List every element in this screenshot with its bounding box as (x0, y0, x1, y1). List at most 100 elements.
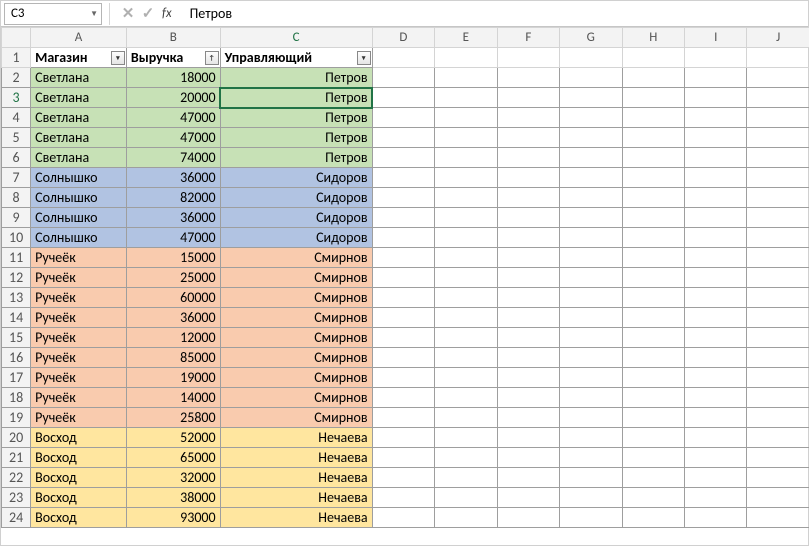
cell[interactable] (497, 248, 559, 268)
cell[interactable]: Ручеёк (31, 248, 127, 268)
cell[interactable] (560, 468, 622, 488)
row-header[interactable]: 24 (2, 508, 31, 528)
cell[interactable] (560, 368, 622, 388)
cell[interactable] (560, 128, 622, 148)
cell[interactable] (497, 428, 559, 448)
row-header[interactable]: 5 (2, 128, 31, 148)
cancel-formula-icon[interactable]: ✕ (118, 4, 138, 23)
cell[interactable]: Солнышко (31, 228, 127, 248)
cell[interactable] (622, 508, 684, 528)
cell[interactable] (622, 288, 684, 308)
cell[interactable] (622, 48, 684, 68)
cell[interactable]: Ручеёк (31, 328, 127, 348)
cell[interactable]: Ручеёк (31, 368, 127, 388)
cell[interactable]: Восход (31, 448, 127, 468)
cell[interactable] (497, 448, 559, 468)
cell[interactable]: 60000 (126, 288, 220, 308)
cell[interactable] (747, 228, 809, 248)
cell[interactable] (435, 168, 497, 188)
row-header[interactable]: 20 (2, 428, 31, 448)
cell[interactable] (560, 188, 622, 208)
cell[interactable] (684, 268, 746, 288)
cell[interactable]: Солнышко (31, 168, 127, 188)
cell[interactable] (747, 268, 809, 288)
cell[interactable] (684, 48, 746, 68)
cell[interactable] (622, 328, 684, 348)
cell[interactable]: Ручеёк (31, 388, 127, 408)
cell[interactable] (622, 428, 684, 448)
cell[interactable]: Светлана (31, 88, 127, 108)
cell[interactable]: Сидоров (220, 228, 372, 248)
cell[interactable]: Солнышко (31, 208, 127, 228)
cell[interactable] (435, 368, 497, 388)
cell[interactable] (560, 48, 622, 68)
cell[interactable] (622, 268, 684, 288)
cell[interactable]: Ручеёк (31, 348, 127, 368)
cell[interactable] (747, 468, 809, 488)
cell[interactable] (372, 448, 434, 468)
row-header[interactable]: 9 (2, 208, 31, 228)
cell[interactable]: Нечаева (220, 468, 372, 488)
col-header-F[interactable]: F (497, 28, 559, 48)
cell[interactable] (497, 348, 559, 368)
cell[interactable] (560, 308, 622, 328)
cell[interactable] (622, 248, 684, 268)
cell[interactable] (684, 288, 746, 308)
cell[interactable] (684, 208, 746, 228)
cell[interactable] (435, 88, 497, 108)
cell[interactable] (622, 188, 684, 208)
cell[interactable] (622, 208, 684, 228)
cell[interactable]: 93000 (126, 508, 220, 528)
cell[interactable]: Восход (31, 508, 127, 528)
cell[interactable] (747, 308, 809, 328)
cell[interactable] (372, 368, 434, 388)
cell[interactable] (684, 148, 746, 168)
cell[interactable] (684, 248, 746, 268)
cell[interactable]: 18000 (126, 68, 220, 88)
table-header-C[interactable]: Управляющий▾ (220, 48, 372, 68)
row-header[interactable]: 23 (2, 488, 31, 508)
cell[interactable] (435, 328, 497, 348)
filter-sort-icon[interactable]: ↑ (205, 51, 219, 65)
cell[interactable]: Смирнов (220, 388, 372, 408)
fx-icon[interactable]: fx (162, 6, 172, 21)
cell[interactable] (622, 148, 684, 168)
cell[interactable]: Сидоров (220, 168, 372, 188)
cell[interactable] (372, 208, 434, 228)
cell[interactable]: Светлана (31, 128, 127, 148)
cell[interactable] (622, 368, 684, 388)
cell[interactable]: Нечаева (220, 448, 372, 468)
accept-formula-icon[interactable]: ✓ (138, 4, 158, 23)
cell[interactable] (372, 68, 434, 88)
col-header-J[interactable]: J (747, 28, 809, 48)
filter-dropdown-icon[interactable]: ▾ (357, 51, 371, 65)
spreadsheet-grid[interactable]: A B C D E F G H I J 1Магазин▾Выручка↑Упр… (1, 27, 809, 528)
cell[interactable] (622, 488, 684, 508)
cell[interactable] (435, 108, 497, 128)
cell[interactable] (560, 408, 622, 428)
row-header[interactable]: 19 (2, 408, 31, 428)
cell[interactable] (435, 148, 497, 168)
cell[interactable] (372, 288, 434, 308)
cell[interactable]: Нечаева (220, 508, 372, 528)
cell[interactable] (372, 508, 434, 528)
cell[interactable] (497, 48, 559, 68)
table-header-A[interactable]: Магазин▾ (31, 48, 127, 68)
cell[interactable] (560, 288, 622, 308)
cell[interactable] (560, 68, 622, 88)
cell[interactable] (497, 188, 559, 208)
cell[interactable] (684, 308, 746, 328)
row-header[interactable]: 11 (2, 248, 31, 268)
cell[interactable] (497, 308, 559, 328)
cell[interactable] (435, 248, 497, 268)
cell[interactable]: 15000 (126, 248, 220, 268)
cell[interactable] (497, 508, 559, 528)
cell[interactable]: Солнышко (31, 188, 127, 208)
cell[interactable] (560, 428, 622, 448)
cell[interactable] (435, 488, 497, 508)
cell[interactable]: Петров (220, 128, 372, 148)
row-header[interactable]: 10 (2, 228, 31, 248)
cell[interactable]: 12000 (126, 328, 220, 348)
cell[interactable] (560, 148, 622, 168)
cell[interactable] (497, 148, 559, 168)
